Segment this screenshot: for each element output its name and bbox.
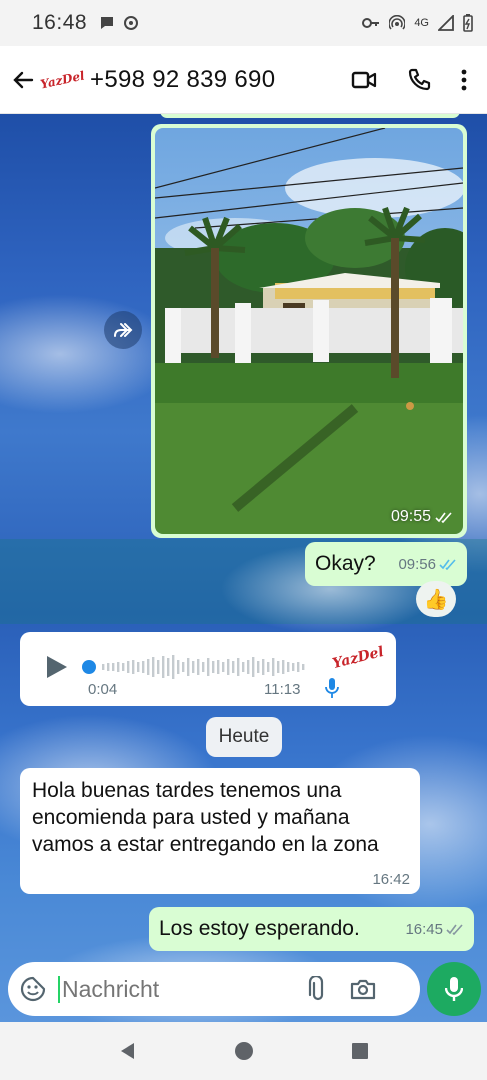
sticker-icon[interactable]: [20, 976, 46, 1002]
back-arrow-icon[interactable]: [10, 67, 36, 93]
nav-recents-icon[interactable]: [351, 1042, 369, 1060]
app-notification-icon: [124, 16, 139, 30]
photo-timestamp: 09:55: [391, 508, 453, 526]
voice-time: 11:13: [264, 681, 301, 698]
voice-duration: 0:04: [88, 681, 118, 698]
read-ticks-icon: [435, 511, 452, 523]
message-time: 09:56: [398, 555, 436, 573]
outgoing-message[interactable]: Los estoy esperando. 16:45: [149, 907, 474, 951]
date-separator: Heute: [206, 717, 282, 757]
hotspot-icon: [389, 15, 406, 30]
status-time: 16:48: [32, 11, 88, 34]
reaction-emoji: 👍: [423, 588, 449, 611]
chat-header: YazDel +598 92 839 690: [0, 46, 487, 114]
read-ticks-icon: [439, 558, 456, 570]
network-type: 4G: [414, 17, 429, 29]
nav-back-icon[interactable]: [118, 1041, 138, 1061]
voice-mic-icon: [325, 678, 339, 698]
camera-icon[interactable]: [350, 978, 376, 1000]
contact-name[interactable]: +598 92 839 690: [90, 66, 275, 94]
video-call-icon[interactable]: [351, 70, 377, 90]
forward-button[interactable]: [104, 311, 142, 349]
voice-record-button[interactable]: [427, 962, 481, 1016]
sender-logo: YazDel: [330, 643, 386, 673]
voice-message[interactable]: 0:04 11:13 YazDel: [20, 632, 396, 706]
status-bar: 16:48 4G: [0, 0, 487, 46]
house-photo[interactable]: 09:55: [155, 128, 463, 534]
message-meta: 16:45: [405, 921, 464, 938]
message-time: 16:45: [405, 920, 443, 938]
message-composer: [8, 962, 420, 1016]
message-notification-icon: [101, 17, 114, 29]
photo-illustration: [155, 128, 463, 534]
phone-icon[interactable]: [407, 68, 431, 92]
battery-icon: [463, 14, 473, 32]
date-label: Heute: [218, 726, 270, 747]
reaction-thumbs-up[interactable]: 👍: [416, 581, 456, 617]
nav-home-icon[interactable]: [234, 1041, 254, 1061]
system-icons: 4G: [362, 14, 473, 32]
message-text: Los estoy esperando.: [159, 917, 360, 940]
message-meta: 16:42: [372, 871, 410, 888]
waveform[interactable]: [98, 652, 308, 682]
outgoing-message-okay[interactable]: Okay? 09:56: [305, 542, 467, 586]
message-input[interactable]: [58, 975, 298, 1003]
incoming-message[interactable]: Hola buenas tardes tenemos una encomiend…: [20, 768, 420, 894]
play-icon[interactable]: [45, 654, 69, 680]
more-vert-icon[interactable]: [461, 69, 467, 91]
system-nav-bar: [0, 1022, 487, 1080]
photo-message[interactable]: 09:55: [151, 124, 467, 538]
notification-icons: [99, 15, 139, 31]
message-text: Hola buenas tardes tenemos una encomiend…: [32, 779, 379, 856]
chat-area[interactable]: 09:55 Okay? 09:56 👍 0:04 11:13 YazDel He…: [0, 114, 487, 1022]
attach-icon[interactable]: [308, 976, 328, 1002]
signal-icon: [438, 15, 454, 31]
message-meta: 09:56: [398, 556, 457, 573]
message-text: Okay?: [315, 552, 376, 575]
previous-message-edge: [160, 114, 460, 118]
message-time: 16:42: [372, 871, 410, 888]
avatar-logo-text: YazDel: [38, 67, 86, 92]
photo-time: 09:55: [390, 508, 431, 525]
contact-avatar[interactable]: YazDel: [38, 55, 86, 104]
delivered-ticks-icon: [446, 923, 463, 935]
mic-icon: [445, 977, 463, 1001]
forward-icon: [114, 323, 133, 337]
key-icon: [362, 18, 380, 28]
playback-position-dot[interactable]: [82, 660, 96, 674]
